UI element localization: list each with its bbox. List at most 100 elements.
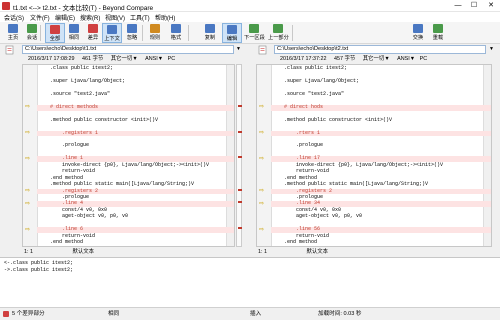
toolbar-button-format[interactable]: 格式 <box>166 23 186 43</box>
left-encoding-select[interactable]: ANSI <box>145 56 158 62</box>
diff-arrow-icon[interactable]: ⇨ <box>25 227 34 233</box>
right-path-dropdown-icon[interactable]: ▼ <box>489 45 495 54</box>
minimize-button[interactable]: — <box>450 0 466 12</box>
diff-arrow-icon[interactable]: ⇨ <box>259 156 268 162</box>
code-line-text: .line 6 <box>50 226 84 233</box>
toolbar-button-next-section[interactable]: 下一区段 <box>244 23 265 43</box>
toolbar-button-label: 复制 <box>204 35 216 41</box>
left-code-line[interactable]: .registers 1 <box>37 130 234 137</box>
toolbar-button-ignore[interactable]: 忽略 <box>122 23 142 43</box>
toolbar-button-diff-filter[interactable]: 差异 <box>83 23 103 43</box>
toolbar-button-prev-section[interactable]: 上一部分 <box>268 23 289 43</box>
diff-arrow-icon[interactable]: ⇨ <box>259 130 268 136</box>
menu-help[interactable]: 帮助(H) <box>155 13 175 22</box>
right-code-line[interactable]: .class public itest2; <box>271 65 491 72</box>
code-line-text: .super Ljava/lang/Object; <box>50 77 126 84</box>
toolbar-separator <box>292 25 293 41</box>
toolbar-button-same-filter[interactable]: 相同 <box>64 23 84 43</box>
diff-arrow-icon[interactable]: ⇨ <box>259 227 268 233</box>
code-line-text: aget-object v0, p0, v0 <box>284 213 363 220</box>
menu-tools[interactable]: 工具(T) <box>130 13 150 22</box>
diff-arrow-icon[interactable]: ⇨ <box>25 201 34 207</box>
menu-edit[interactable]: 编辑(E) <box>55 13 75 22</box>
left-path-input[interactable]: C:\Users\echo\Desktop\t1.txt <box>22 45 234 54</box>
line-details-pane[interactable]: <-.class public itest2; ->.class public … <box>0 257 500 307</box>
close-button[interactable]: ✕ <box>483 0 499 12</box>
left-code-line[interactable]: aget-object v0, p0, v0 <box>37 213 234 220</box>
toolbar: 主页 会话 全部 相同 差异 上下文 忽略 规则 格式 复制 编辑 下一区段 上一部分 交换 重载 <box>0 22 500 44</box>
code-line-text: .end method <box>50 174 84 181</box>
left-code-line[interactable]: .source "test2.java" <box>37 91 234 98</box>
right-code-line[interactable]: aget-object v0, p0, v0 <box>271 213 491 220</box>
left-code-line[interactable]: .super Ljava/lang/Object; <box>37 77 234 85</box>
right-format-select[interactable]: 其它一切 <box>363 56 385 62</box>
right-text-format: 默认文本 <box>306 249 329 255</box>
diff-map-marker[interactable] <box>238 156 242 159</box>
toolbar-button-label: 上下文 <box>104 36 120 42</box>
swap-icon <box>413 24 423 33</box>
menu-session[interactable]: 会话(S) <box>4 13 24 22</box>
left-code-line[interactable]: .class public itest2; <box>37 65 234 72</box>
right-line-ending[interactable]: PC <box>420 56 428 62</box>
diff-thumbnail-map[interactable] <box>236 64 242 247</box>
toolbar-button-session[interactable]: 会话 <box>22 23 42 43</box>
toolbar-button-context[interactable]: 上下文 <box>102 23 122 43</box>
left-code-line[interactable]: .end method <box>37 239 234 246</box>
diff-arrow-icon[interactable]: ⇨ <box>259 201 268 207</box>
right-code-line[interactable]: # direct hods <box>271 104 491 111</box>
diff-arrow-icon[interactable]: ⇨ <box>25 188 34 194</box>
right-encoding-select[interactable]: ANSI <box>397 56 410 62</box>
right-path-input[interactable]: C:\Users\echo\Desktop\t2.txt <box>274 45 486 54</box>
code-line-text: .class public itest2; <box>50 65 114 71</box>
maximize-button[interactable]: ☐ <box>466 0 482 12</box>
chevron-down-icon[interactable]: ▼ <box>384 56 389 62</box>
toolbar-button-label: 交换 <box>412 35 424 41</box>
diff-filter-icon <box>88 24 98 33</box>
ignore-icon <box>127 24 137 33</box>
left-line-ending[interactable]: PC <box>168 56 176 62</box>
left-code-line[interactable]: # direct methods <box>37 104 234 111</box>
diff-arrow-icon[interactable]: ⇨ <box>259 188 268 194</box>
diff-map-marker[interactable] <box>238 130 242 133</box>
chevron-down-icon[interactable]: ▼ <box>410 56 415 62</box>
right-code-line[interactable]: .prologue <box>271 142 491 149</box>
left-code-line[interactable]: .prologue <box>37 142 234 149</box>
toolbar-button-rules[interactable]: 规则 <box>145 23 165 43</box>
right-code-line[interactable]: .source "test2.java" <box>271 91 491 98</box>
diff-map-marker[interactable] <box>238 201 242 204</box>
diff-map-marker[interactable] <box>238 188 242 191</box>
left-path-dropdown-icon[interactable]: ▼ <box>236 45 242 54</box>
menu-search[interactable]: 搜索(R) <box>80 13 100 22</box>
right-code-line[interactable]: .method public constructor <init>()V <box>271 117 491 124</box>
menu-view[interactable]: 视图(V) <box>105 13 125 22</box>
right-code-line[interactable]: .super Ljava/lang/Object; <box>271 77 491 85</box>
toolbar-button-label: 全部 <box>49 36 61 42</box>
right-text-pane[interactable]: .class public itest2; .super Ljava/lang/O… <box>256 64 492 247</box>
compare-status: 相同 <box>108 311 120 317</box>
diff-arrow-icon[interactable]: ⇨ <box>25 104 34 110</box>
toolbar-separator <box>40 25 41 41</box>
code-line-text: .registers 2 <box>50 187 99 194</box>
toolbar-button-home[interactable]: 主页 <box>3 23 23 43</box>
left-format-select[interactable]: 其它一切 <box>111 56 133 62</box>
diff-map-marker[interactable] <box>238 104 242 107</box>
diff-arrow-icon[interactable]: ⇨ <box>25 156 34 162</box>
diff-arrow-icon[interactable]: ⇨ <box>25 130 34 136</box>
right-code-line[interactable]: .rters 1 <box>271 130 491 137</box>
toolbar-button-edit[interactable]: 编辑 <box>222 23 242 43</box>
menu-file[interactable]: 文件(F) <box>30 13 50 22</box>
left-text-pane[interactable]: .class public itest2; .super Ljava/lang/O… <box>22 64 235 247</box>
code-line-text: .method public static main([Ljava/lang/S… <box>50 181 195 188</box>
diff-arrow-icon[interactable]: ⇨ <box>259 104 268 110</box>
prev-section-icon <box>273 24 283 33</box>
toolbar-button-copy[interactable]: 复制 <box>200 23 220 43</box>
diff-map-marker[interactable] <box>238 227 242 230</box>
left-code-line[interactable]: .method public constructor <init>()V <box>37 117 234 124</box>
right-code-line[interactable]: .end method <box>271 239 491 246</box>
toolbar-button-all-filter[interactable]: 全部 <box>45 23 65 43</box>
code-line-text: .super Ljava/lang/Object; <box>284 77 360 84</box>
toolbar-button-reload[interactable]: 重载 <box>428 23 448 43</box>
toolbar-button-swap[interactable]: 交换 <box>408 23 428 43</box>
chevron-down-icon[interactable]: ▼ <box>132 56 137 62</box>
chevron-down-icon[interactable]: ▼ <box>158 56 163 62</box>
